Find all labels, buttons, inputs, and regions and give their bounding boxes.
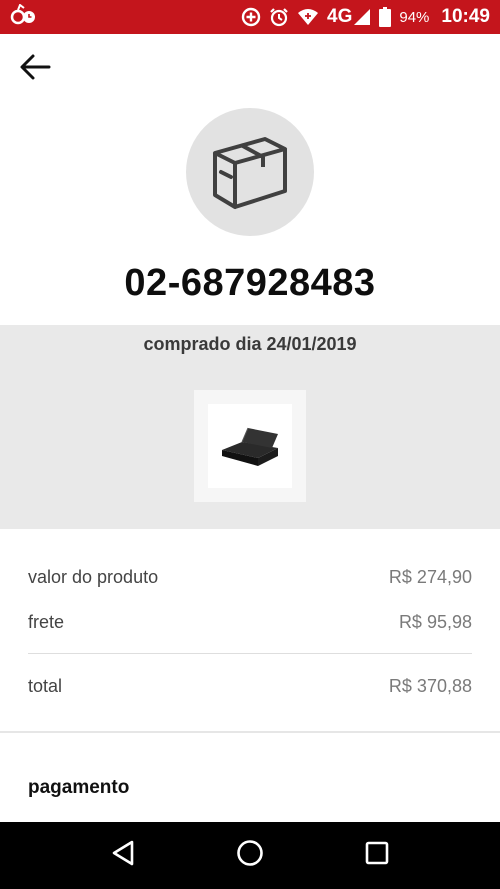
battery-icon (379, 7, 392, 27)
order-detail-screen: 4G 94% 10:49 02-687928483 comprado dia 2… (0, 0, 500, 889)
alarm-icon (269, 7, 289, 27)
summary-value: R$ 274,90 (388, 567, 472, 587)
status-left (10, 2, 38, 31)
payment-section-title: pagamento (28, 777, 130, 798)
product-image (208, 404, 292, 488)
wifi-icon (297, 8, 319, 26)
signal-group: 4G (327, 6, 371, 28)
product-thumbnail[interactable] (194, 390, 306, 502)
circle-home-icon (235, 838, 265, 873)
triangle-back-icon (110, 839, 136, 872)
summary-row-shipping: frete R$ 95,98 (28, 612, 472, 633)
signal-icon (353, 8, 371, 26)
nav-back-button[interactable] (99, 832, 147, 880)
data-saver-icon (241, 7, 261, 27)
summary-row-total: total R$ 370,88 (28, 676, 472, 697)
status-bar: 4G 94% 10:49 (0, 0, 500, 34)
summary-label: valor do produto (28, 567, 159, 587)
nav-recents-button[interactable] (353, 832, 401, 880)
nav-home-button[interactable] (226, 832, 274, 880)
summary-row-product: valor do produto R$ 274,90 (28, 567, 472, 588)
order-number: 02-687928483 (124, 262, 376, 304)
purchase-section: comprado dia 24/01/2019 (0, 325, 500, 529)
purchase-date: comprado dia 24/01/2019 (143, 334, 357, 354)
status-time: 10:49 (441, 6, 490, 27)
status-right: 4G 94% 10:49 (241, 6, 490, 28)
system-nav-bar (0, 822, 500, 889)
back-button[interactable] (16, 50, 54, 88)
notification-app-icon (10, 2, 38, 31)
summary-value: R$ 95,98 (398, 612, 472, 632)
back-arrow-icon (19, 53, 51, 86)
package-avatar (186, 108, 314, 236)
total-label: total (28, 676, 63, 696)
square-recents-icon (364, 840, 390, 871)
total-value: R$ 370,88 (388, 676, 472, 696)
network-type-label: 4G (327, 6, 353, 27)
package-box-icon (205, 125, 295, 220)
battery-percent: 94% (399, 8, 430, 26)
summary-divider (28, 653, 472, 654)
summary-label: frete (28, 612, 65, 632)
section-divider (0, 731, 500, 733)
